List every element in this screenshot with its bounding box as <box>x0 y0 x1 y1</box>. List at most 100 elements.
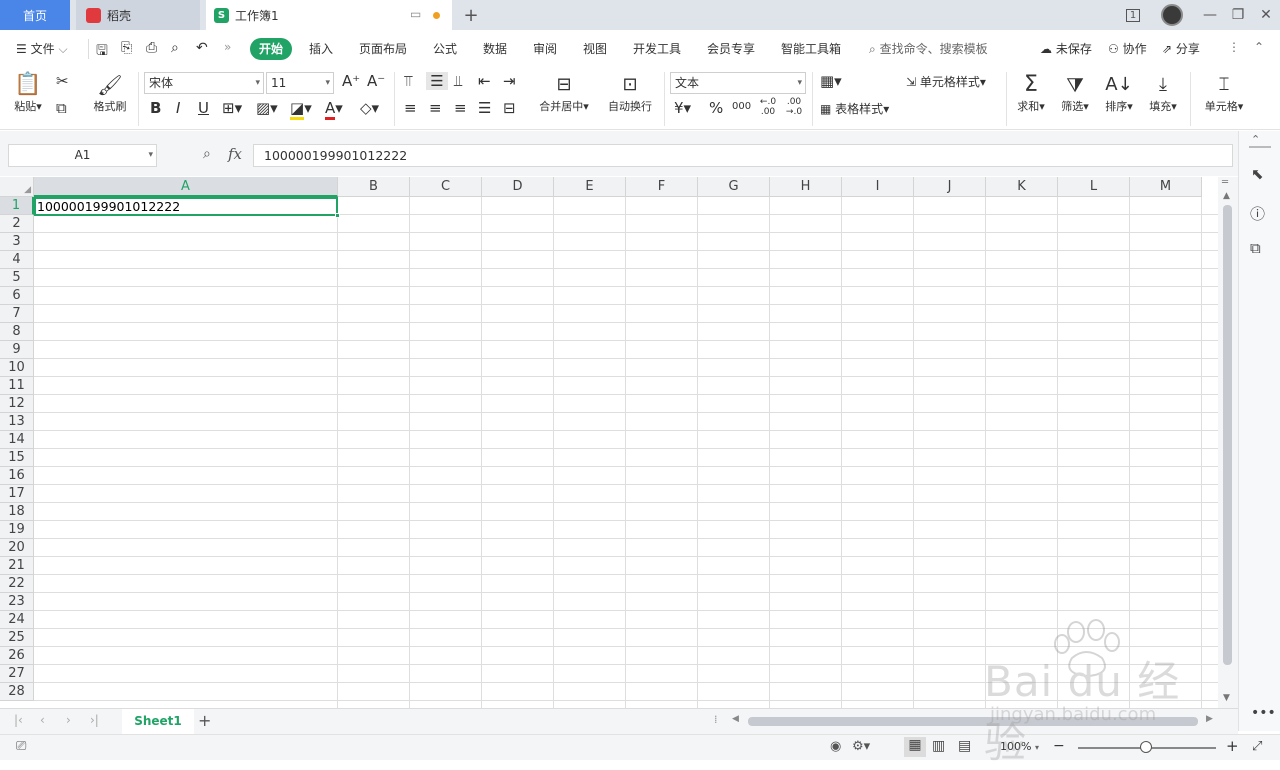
tab-insert[interactable]: 插入 <box>309 40 333 57</box>
row-header-14[interactable]: 14 <box>0 431 34 449</box>
command-search[interactable]: ⌕ 查找命令、搜索模板 <box>869 40 988 57</box>
thousands-separator-icon[interactable]: 000 <box>732 101 751 112</box>
row-header-8[interactable]: 8 <box>0 323 34 341</box>
row-header-5[interactable]: 5 <box>0 269 34 287</box>
percent-icon[interactable]: % <box>709 99 723 117</box>
first-sheet-icon[interactable]: |‹ <box>14 713 23 727</box>
collapse-ribbon-icon[interactable]: ⌃ <box>1254 40 1264 54</box>
monitor-icon[interactable]: ▭ <box>410 7 421 21</box>
select-all-corner[interactable]: ◢ <box>0 177 34 197</box>
column-header-m[interactable]: M <box>1130 177 1202 197</box>
window-switch-button[interactable]: 1 <box>1118 0 1148 30</box>
formula-input[interactable]: 100000199901012222 <box>253 144 1233 167</box>
justify-icon[interactable]: ☰ <box>478 99 491 117</box>
row-header-3[interactable]: 3 <box>0 233 34 251</box>
tab-start[interactable]: 开始 <box>250 38 292 60</box>
view-mode-icon[interactable]: ⚙▾ <box>852 739 870 754</box>
undo-icon[interactable]: ↶ <box>196 40 208 56</box>
save-icon[interactable]: 🖫 <box>96 40 108 64</box>
column-header-b[interactable]: B <box>338 177 410 197</box>
page-break-view-icon[interactable]: ▤ <box>958 738 971 754</box>
borders-icon[interactable]: ⊞▾ <box>222 99 242 117</box>
row-header-24[interactable]: 24 <box>0 611 34 629</box>
format-painter-button[interactable]: 🖌 格式刷 <box>90 72 130 114</box>
row-header-12[interactable]: 12 <box>0 395 34 413</box>
tab-smart-tools[interactable]: 智能工具箱 <box>781 40 841 57</box>
font-color-icon[interactable]: A▾ <box>325 99 343 120</box>
macro-icon[interactable]: ⎚ <box>16 739 26 754</box>
file-menu[interactable]: ☰ 文件 ⌵ <box>16 40 68 57</box>
column-header-d[interactable]: D <box>482 177 554 197</box>
tab-workbook[interactable]: S 工作簿1 ▭ <box>206 0 452 30</box>
distributed-icon[interactable]: ⊟ <box>503 99 516 117</box>
align-bottom-icon[interactable]: ⫫ <box>454 72 462 90</box>
column-header-k[interactable]: K <box>986 177 1058 197</box>
row-header-15[interactable]: 15 <box>0 449 34 467</box>
row-header-11[interactable]: 11 <box>0 377 34 395</box>
fullscreen-icon[interactable]: ⤢ <box>1252 739 1262 754</box>
align-top-icon[interactable]: ⫪ <box>404 72 412 90</box>
more-vertical-icon[interactable]: ⋮ <box>1228 40 1240 54</box>
export-pdf-icon[interactable]: ⎘ <box>121 40 132 56</box>
align-center-icon[interactable]: ≡ <box>429 99 442 117</box>
collab-button[interactable]: ⚇ 协作 <box>1108 40 1147 57</box>
column-header-a[interactable]: A <box>34 177 338 197</box>
align-left-icon[interactable]: ≡ <box>404 99 417 117</box>
indent-increase-icon[interactable]: ⇥ <box>503 72 516 90</box>
tab-view[interactable]: 视图 <box>583 40 607 57</box>
restore-icon[interactable]: ❐ <box>1223 0 1253 30</box>
filter-button[interactable]: ⧩ 筛选▾ <box>1056 72 1094 114</box>
zoom-in-button[interactable]: + <box>1226 737 1239 755</box>
sum-button[interactable]: Σ 求和▾ <box>1012 72 1050 114</box>
copy-icon[interactable]: ⧉ <box>56 99 67 117</box>
font-size-select[interactable]: 11 <box>266 72 334 94</box>
row-header-25[interactable]: 25 <box>0 629 34 647</box>
decrease-font-icon[interactable]: A⁻ <box>367 72 385 90</box>
row-header-4[interactable]: 4 <box>0 251 34 269</box>
merge-center-button[interactable]: ⊟ 合并居中▾ <box>534 72 594 114</box>
row-header-27[interactable]: 27 <box>0 665 34 683</box>
cell-button[interactable]: ⌶ 单元格▾ <box>1200 72 1248 114</box>
tab-page-layout[interactable]: 页面布局 <box>359 40 407 57</box>
row-header-28[interactable]: 28 <box>0 683 34 701</box>
row-header-23[interactable]: 23 <box>0 593 34 611</box>
scroll-up-icon[interactable]: ▲ <box>1223 191 1230 201</box>
column-header-j[interactable]: J <box>914 177 986 197</box>
next-sheet-icon[interactable]: › <box>66 713 71 727</box>
last-sheet-icon[interactable]: ›| <box>90 713 99 727</box>
cell-style-button[interactable]: ⇲ 单元格样式▾ <box>906 73 986 90</box>
conditional-format-icon[interactable]: ▦▾ <box>820 72 842 90</box>
column-header-g[interactable]: G <box>698 177 770 197</box>
column-header-e[interactable]: E <box>554 177 626 197</box>
row-header-7[interactable]: 7 <box>0 305 34 323</box>
unsaved-button[interactable]: ☁ 未保存 <box>1040 40 1092 57</box>
column-header-i[interactable]: I <box>842 177 914 197</box>
new-tab-button[interactable]: + <box>456 0 486 30</box>
align-middle-icon[interactable]: ☰ <box>426 72 448 90</box>
row-header-20[interactable]: 20 <box>0 539 34 557</box>
split-handle-icon[interactable]: ⁞ <box>714 713 718 726</box>
row-header-6[interactable]: 6 <box>0 287 34 305</box>
tab-member[interactable]: 会员专享 <box>707 40 755 57</box>
name-box[interactable]: A1 ▾ <box>8 144 157 167</box>
more-icon[interactable]: » <box>224 40 231 54</box>
scroll-left-icon[interactable]: ◀ <box>732 714 739 724</box>
collapse-up-icon[interactable]: ⌃ <box>1251 133 1260 146</box>
tab-home[interactable]: 首页 <box>0 0 70 30</box>
close-icon[interactable]: ✕ <box>1251 0 1280 30</box>
column-header-l[interactable]: L <box>1058 177 1130 197</box>
cut-icon[interactable]: ✂ <box>56 72 69 90</box>
cursor-icon[interactable]: ⬉ <box>1251 165 1264 183</box>
row-header-19[interactable]: 19 <box>0 521 34 539</box>
wrap-text-button[interactable]: ⊡ 自动换行 <box>602 72 658 114</box>
bold-icon[interactable]: B <box>150 99 161 117</box>
column-header-c[interactable]: C <box>410 177 482 197</box>
zoom-formula-icon[interactable]: ⌕ <box>203 146 211 162</box>
prev-sheet-icon[interactable]: ‹ <box>40 713 45 727</box>
fill-color-icon[interactable]: ◪▾ <box>290 99 312 120</box>
indent-decrease-icon[interactable]: ⇤ <box>478 72 491 90</box>
vertical-scroll-thumb[interactable] <box>1223 205 1232 665</box>
number-format-select[interactable]: 文本 <box>670 72 806 94</box>
row-header-22[interactable]: 22 <box>0 575 34 593</box>
increase-decimal-icon[interactable]: ←.0 .00 <box>757 97 779 117</box>
